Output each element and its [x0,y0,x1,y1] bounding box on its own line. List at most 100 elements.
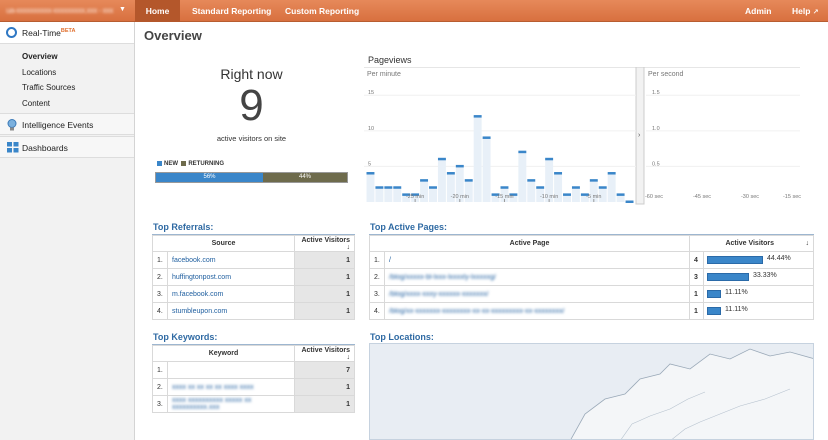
tab-home[interactable]: Home [135,0,180,22]
active-visitors-value: 1 [294,285,355,303]
col-active-visitors[interactable]: Active Visitors ↓ [689,235,814,252]
share-bar-cell: 11.11% [703,285,814,303]
pageview-bar-cap [384,186,393,189]
keyword-link[interactable] [167,361,295,379]
x-tick-label: -5 min [586,194,601,200]
y-tick-label: 1.0 [652,126,660,132]
pageview-bar-cap [518,150,527,154]
keyword-link[interactable]: xxxx xx xx xx xx xxxx xxxx [167,378,295,396]
pageview-bar [527,180,536,202]
share-bar [707,273,749,281]
pageview-bar [607,173,616,202]
legend-new: NEW [164,161,178,168]
pageview-bar [384,187,393,202]
share-percent: 33.33% [753,272,777,279]
page-path: /blog/xxxxx-bl-lxxx-lxxxxly-lxxxxxg/ [389,273,496,281]
row-number: 2. [369,268,385,286]
tab-help[interactable]: Help ↗ [792,0,819,22]
pageview-bar [518,152,527,202]
y-tick-label: 5 [368,161,371,167]
pageview-bar-cap [563,193,571,196]
col-active-visitors[interactable]: Active Visitors ↓ [294,235,355,252]
sidebar-item-traffic-sources[interactable]: Traffic Sources [22,83,75,92]
referral-source-link[interactable]: stumbleupon.com [167,302,295,320]
sidebar-item-overview[interactable]: Overview [22,52,58,61]
pageview-bar-cap [420,179,429,182]
active-visitors-value: 1 [294,302,355,320]
top-keywords-title: Top Keywords: [153,332,218,342]
col-active-visitors-label: Active Visitors [301,236,350,244]
table-row[interactable]: 3. /blog/xxxx-xxxy-xxxxxx-xxxxxxx/1 11.11% [369,285,814,303]
sidebar-item-realtime[interactable]: Real-TimeBETA [0,22,134,44]
top-referrals-title: Top Referrals: [153,222,214,232]
col-active-page[interactable]: Active Page [369,235,690,252]
tab-standard-reporting[interactable]: Standard Reporting [192,0,271,22]
table-row[interactable]: 4. stumbleupon.com 1 [152,302,355,320]
share-percent: 11.11% [725,306,748,313]
new-swatch [157,161,162,166]
row-number: 4. [152,302,168,320]
x-tick-label: -30 sec [741,194,759,200]
active-pages-table: Active Page Active Visitors ↓ 1./4 44.44%… [369,235,814,320]
table-row[interactable]: 4. /blog/xx-xxxxxxx-xxxxxxxx-xx-xx-xxxxxx… [369,302,814,320]
tab-admin[interactable]: Admin [745,0,771,22]
active-page-link[interactable]: /blog/xxxx-xxxy-xxxxxx-xxxxxxx/ [384,285,690,303]
pageview-bar-cap [625,200,634,203]
row-number: 2. [152,268,168,286]
table-row[interactable]: 3. xxxx xxxxxxxxxx xxxxx xx xxxxxxxxxx.xx… [152,395,355,413]
locations-map[interactable] [369,343,814,440]
col-keyword[interactable]: Keyword [152,345,295,362]
keyword-link[interactable]: xxxx xxxxxxxxxx xxxxx xx xxxxxxxxxx.xxx [167,395,295,413]
table-row[interactable]: 2. huffingtonpost.com 1 [152,268,355,286]
pageview-bar-cap [536,186,545,189]
share-percent: 44.44% [767,255,791,262]
pageview-bar-cap [571,186,580,189]
active-page-link[interactable]: /blog/xx-xxxxxxx-xxxxxxxx-xx-xx-xxxxxxxx… [384,302,690,320]
new-vs-returning-bar: 56% 44% [155,172,348,183]
sidebar-item-locations[interactable]: Locations [22,68,56,77]
y-tick-label: 0.5 [652,161,660,167]
x-tick-label: -45 sec [693,194,711,200]
page-path: /blog/xx-xxxxxxx-xxxxxxxx-xx-xx-xxxxxxxx… [389,307,565,315]
active-visitors-value: 4 [689,251,704,269]
pageview-bar-cap [446,172,455,175]
realtime-label: Real-Time [22,28,61,38]
share-bar [707,290,721,298]
x-tick-label: -15 sec [783,194,801,200]
sidebar-item-content[interactable]: Content [22,99,50,108]
table-row[interactable]: 2. xxxx xx xx xx xx xxxx xxxx 1 [152,378,355,396]
col-source[interactable]: Source [152,235,295,252]
pageview-bar [482,137,491,202]
dashboards-label: Dashboards [22,143,68,153]
row-number: 4. [369,302,385,320]
referral-source-link[interactable]: facebook.com [167,251,295,269]
table-row[interactable]: 3. m.facebook.com 1 [152,285,355,303]
row-number: 1. [369,251,385,269]
sidebar: Real-TimeBETA Overview Locations Traffic… [0,22,135,440]
tab-custom-reporting[interactable]: Custom Reporting [285,0,359,22]
referral-source-link[interactable]: m.facebook.com [167,285,295,303]
pageview-bar [437,159,446,202]
pageview-bar-cap [598,186,607,189]
pageview-bar-cap [473,115,482,118]
x-tick-label: -10 min [540,194,558,200]
active-page-link[interactable]: / [384,251,690,269]
x-tick-label: -20 min [451,194,469,200]
table-row[interactable]: 1. 7 [152,361,355,379]
sidebar-item-intelligence[interactable]: Intelligence Events [0,113,134,135]
x-tick-label: -25 min [406,194,424,200]
share-bar-cell: 44.44% [703,251,814,269]
share-bar-cell: 11.11% [703,302,814,320]
sidebar-item-dashboards[interactable]: Dashboards [0,136,134,158]
referral-source-link[interactable]: huffingtonpost.com [167,268,295,286]
table-row[interactable]: 2. /blog/xxxxx-bl-lxxx-lxxxxly-lxxxxxg/3 3… [369,268,814,286]
table-row[interactable]: 1. facebook.com 1 [152,251,355,269]
keyword-text: xxxx xxxxxxxxxx xxxxx xx xxxxxxxxxx.xxx [172,397,252,411]
col-active-visitors[interactable]: Active Visitors ↓ [294,345,355,362]
table-row[interactable]: 1./4 44.44% [369,251,814,269]
pageview-bar-cap [429,186,437,189]
account-selector[interactable]: ua-xxxxxxxxxx-xxxxxxxxx.xxx - xxx [6,6,118,16]
active-page-link[interactable]: /blog/xxxxx-bl-lxxx-lxxxxly-lxxxxxg/ [384,268,690,286]
chevron-down-icon[interactable]: ▼ [119,6,126,13]
top-locations-title: Top Locations: [370,332,434,342]
